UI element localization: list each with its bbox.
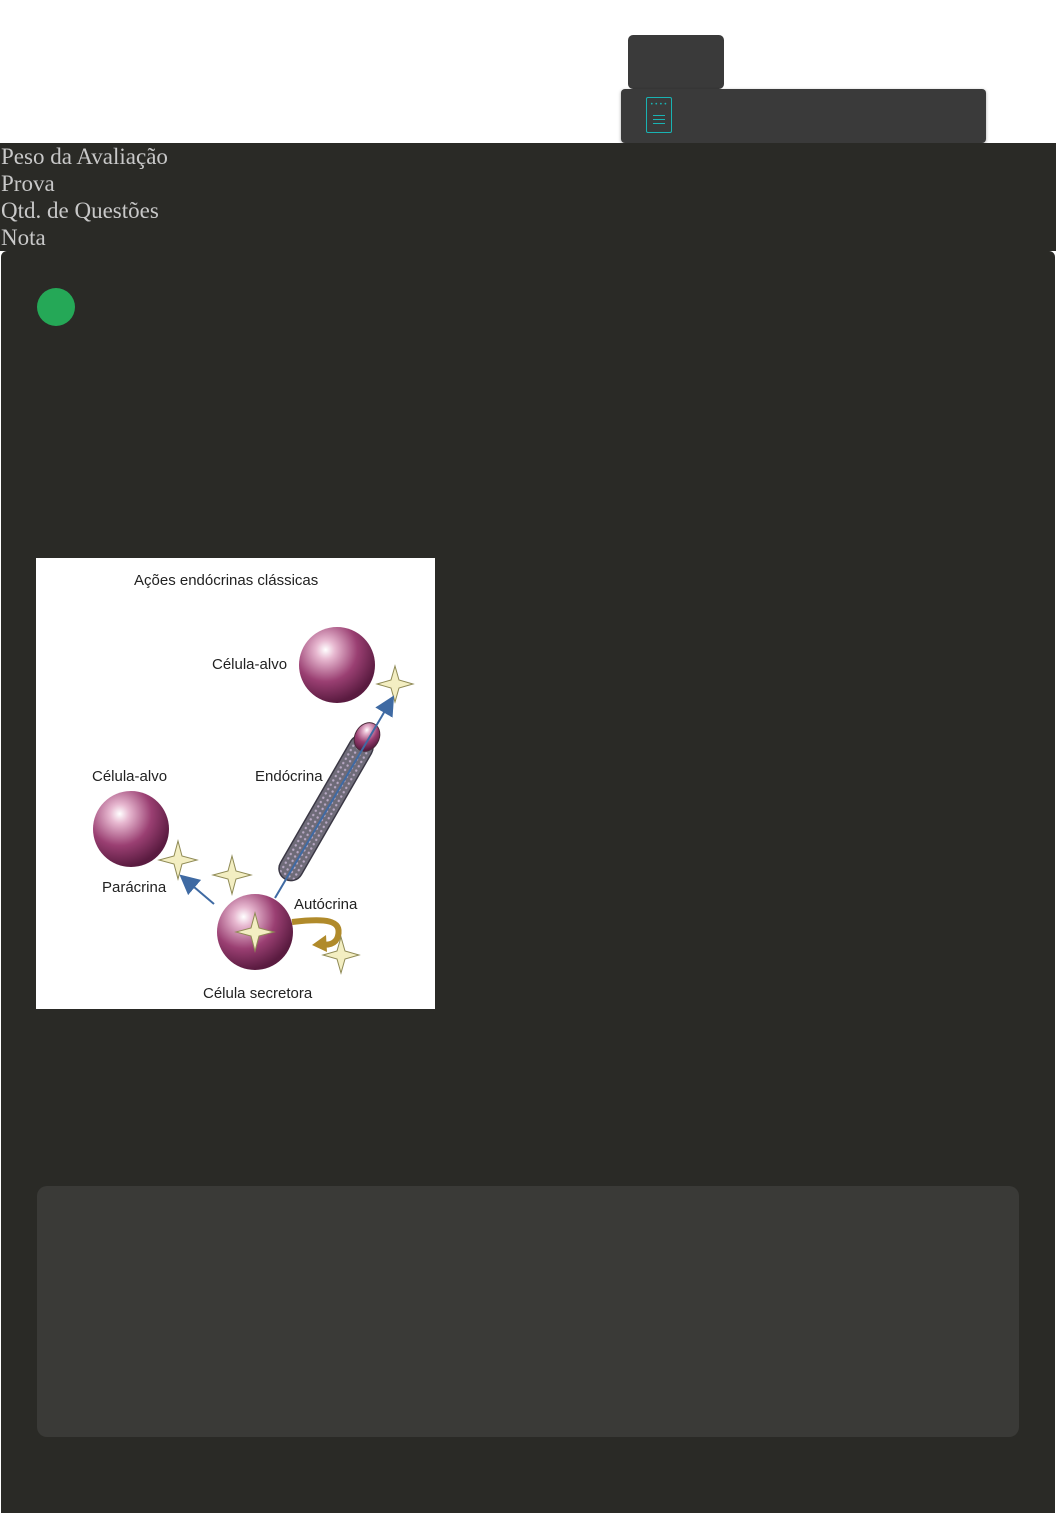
figure-title: Ações endócrinas clássicas [134,572,318,589]
info-exam: Prova [1,171,55,196]
target-cell-left [93,791,169,867]
autocrine-arrowhead [312,935,327,952]
hormone-star-top [375,664,415,704]
question-figure: Ações endócrinas clássicas Célula-alvo E… [36,558,435,1009]
assessment-info: Peso da Avaliação Prova Qtd. de Questões… [0,143,1056,251]
paracrine-arrow [179,874,215,905]
floating-button[interactable] [628,35,724,89]
endocrine-actions-diagram: Ações endócrinas clássicas Célula-alvo E… [92,572,415,1002]
document-icon[interactable]: •••• [646,97,672,133]
label-target-cell-top: Célula-alvo [212,656,287,673]
label-autocrine: Autócrina [294,896,358,913]
target-cell-top [299,627,375,703]
info-grade: Nota [1,225,46,250]
hormone-star-middle [211,854,253,896]
autocrine-arrow [291,917,342,948]
label-paracrine: Parácrina [102,879,167,896]
hormone-star-left [157,839,199,881]
label-secretory-cell: Célula secretora [203,985,313,1002]
info-weight: Peso da Avaliação [1,144,168,169]
endocrine-arrow [274,695,395,899]
blood-vessel [278,722,381,882]
floating-toolbar[interactable]: •••• [621,89,986,143]
info-question-count: Qtd. de Questões [1,198,159,223]
answer-box[interactable] [37,1186,1019,1437]
label-target-cell-left: Célula-alvo [92,768,167,785]
status-dot-icon [37,288,75,326]
label-endocrine: Endócrina [255,768,323,785]
